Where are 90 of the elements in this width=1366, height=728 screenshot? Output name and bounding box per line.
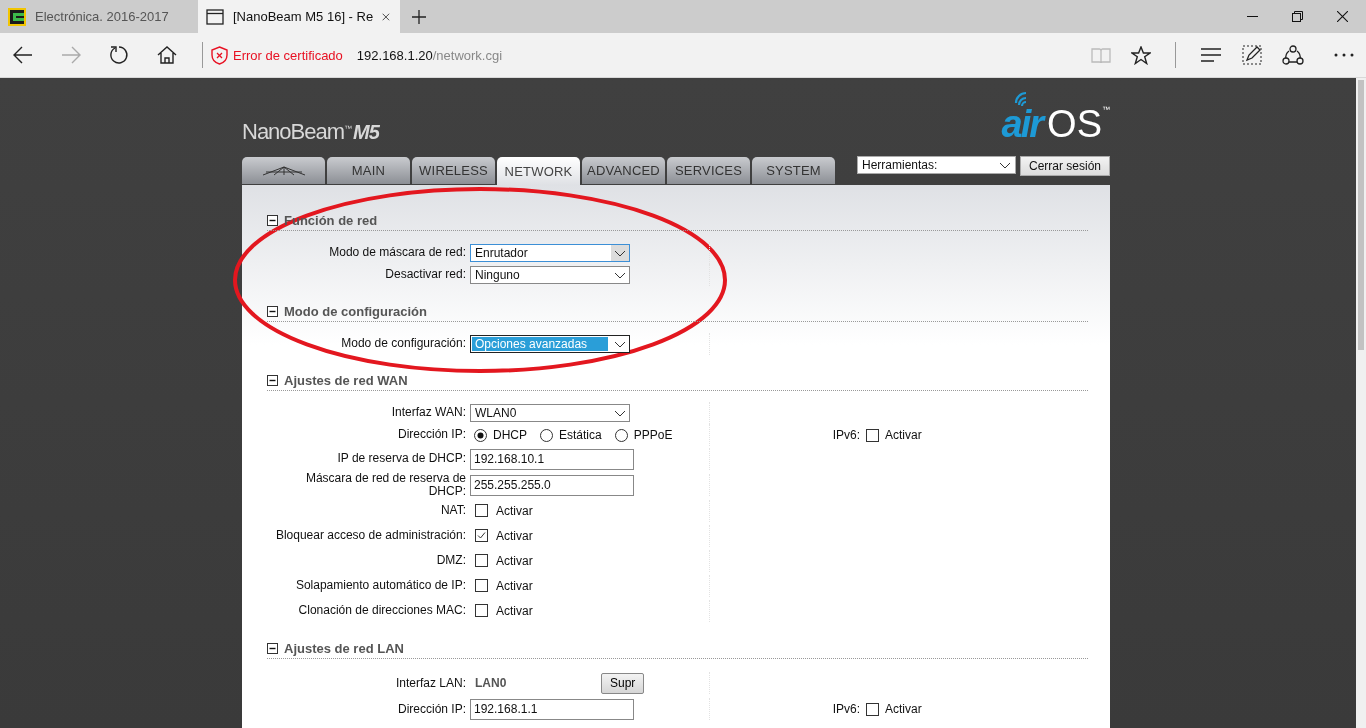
dropdown-field[interactable]: Ninguno <box>470 266 630 284</box>
certificate-warning[interactable]: Error de certificado <box>233 47 343 63</box>
field-label: Modo de máscara de red: <box>328 246 466 260</box>
nav-tab[interactable]: ADVANCED <box>582 157 665 184</box>
dropdown-field[interactable]: WLAN0 <box>470 404 630 422</box>
hub-lines-icon[interactable] <box>1200 48 1222 62</box>
radio-button[interactable] <box>614 428 628 442</box>
nav-tab[interactable]: SYSTEM <box>752 157 835 184</box>
back-arrow-icon[interactable] <box>13 46 33 64</box>
field-label: Modo de configuración: <box>340 337 466 351</box>
star-icon[interactable] <box>1131 45 1151 65</box>
chevron-down-icon <box>998 161 1011 169</box>
chevron-down-icon <box>614 340 626 348</box>
nav-tab[interactable]: MAIN <box>327 157 410 184</box>
scrollbar[interactable] <box>1356 78 1366 728</box>
site-logo-icon <box>8 7 26 26</box>
new-tab-icon[interactable] <box>412 9 426 24</box>
close-icon[interactable] <box>1337 11 1348 22</box>
browser-tab[interactable]: [NanoBeam M5 16] - Re <box>198 0 400 33</box>
field-label: Desactivar red: <box>384 268 466 282</box>
section-title: Ajustes de red LAN <box>284 641 404 657</box>
share-icon[interactable] <box>1282 45 1304 65</box>
radio-button[interactable] <box>474 428 487 442</box>
restore-icon[interactable] <box>1292 11 1303 22</box>
url-text[interactable]: 192.168.1.20/network.cgi <box>356 47 503 63</box>
chevron-down-icon <box>614 249 626 257</box>
product-name: NanoBeam$^{™}$M5 <box>242 119 379 145</box>
checkbox[interactable] <box>475 604 488 618</box>
text-input[interactable]: 255.255.255.0 <box>470 474 634 496</box>
nav-tab[interactable]: SERVICES <box>667 157 750 184</box>
checkbox-label: Activar <box>496 503 533 518</box>
checkbox[interactable] <box>475 529 488 543</box>
checkbox-label: Activar <box>496 603 533 618</box>
page-icon <box>206 8 224 25</box>
field-label: Solapamiento automático de IP: <box>294 579 466 593</box>
nav-tab[interactable] <box>242 157 325 184</box>
field-label: Interfaz LAN: <box>394 676 466 690</box>
collapse-toggle-icon[interactable] <box>267 306 278 317</box>
collapse-toggle-icon[interactable] <box>267 375 278 386</box>
field-label: Máscara de red de reserva de DHCP: <box>304 472 466 499</box>
field-label: Bloquear acceso de administración: <box>274 529 466 543</box>
chevron-down-icon <box>614 271 626 279</box>
radio-button[interactable] <box>540 428 553 442</box>
more-icon[interactable] <box>1334 53 1354 57</box>
checkbox[interactable] <box>475 579 488 593</box>
antenna-logo-icon <box>261 165 306 176</box>
logout-button[interactable]: Cerrar sesión <box>1019 156 1110 176</box>
checkbox[interactable] <box>866 428 879 442</box>
radio-label: DHCP <box>493 428 527 442</box>
radio-label: PPPoE <box>633 428 673 442</box>
chevron-down-icon <box>614 409 626 417</box>
tools-select[interactable]: Herramientas: <box>856 156 1016 174</box>
interface-value: LAN0 <box>475 676 508 691</box>
checkbox[interactable] <box>475 554 488 568</box>
refresh-icon[interactable] <box>109 45 129 65</box>
nav-tab[interactable]: WIRELESS <box>412 157 495 184</box>
field-label: DMZ: <box>435 554 466 568</box>
field-label: Interfaz WAN: <box>390 406 466 420</box>
dropdown-field[interactable]: Enrutador <box>470 244 630 262</box>
field-label: Dirección IP: <box>396 702 466 716</box>
tab-title: [NanoBeam M5 16] - Re <box>233 9 374 24</box>
pen-note-icon[interactable] <box>1242 45 1262 65</box>
delete-button[interactable]: Supr <box>601 672 645 694</box>
airos-logo: airOS$^{™}$ <box>1001 91 1110 143</box>
section-title: Ajustes de red WAN <box>284 373 408 388</box>
checkbox-label: Activar <box>496 553 533 568</box>
nav-tab[interactable]: NETWORK <box>497 157 580 185</box>
checkbox-label: Activar <box>885 702 922 717</box>
field-label: Clonación de direcciones MAC: <box>297 604 466 618</box>
field-label: Dirección IP: <box>396 428 466 442</box>
checkbox[interactable] <box>866 702 879 716</box>
checkbox-label: Activar <box>496 528 533 543</box>
text-input[interactable]: 192.168.10.1 <box>470 448 634 470</box>
checkbox-label: Activar <box>496 578 533 593</box>
radio-label: Estática <box>559 428 602 442</box>
text-input[interactable]: 192.168.1.1 <box>470 698 634 720</box>
field-label: IPv6: <box>831 702 860 717</box>
shield-warning-icon[interactable] <box>211 45 228 65</box>
section-title: Modo de configuración <box>284 304 427 319</box>
checkbox-label: Activar <box>885 428 922 442</box>
home-icon[interactable] <box>157 46 177 64</box>
field-label: IP de reserva de DHCP: <box>336 452 466 466</box>
close-icon[interactable] <box>382 10 390 23</box>
collapse-toggle-icon[interactable] <box>267 643 278 655</box>
field-label: IPv6: <box>831 428 860 442</box>
collapse-toggle-icon[interactable] <box>267 215 278 226</box>
field-label: NAT: <box>439 504 466 518</box>
browser-tab[interactable]: Electrónica. 2016-2017 <box>0 0 198 33</box>
checkbox[interactable] <box>475 504 488 518</box>
tab-title: Electrónica. 2016-2017 <box>35 9 169 24</box>
